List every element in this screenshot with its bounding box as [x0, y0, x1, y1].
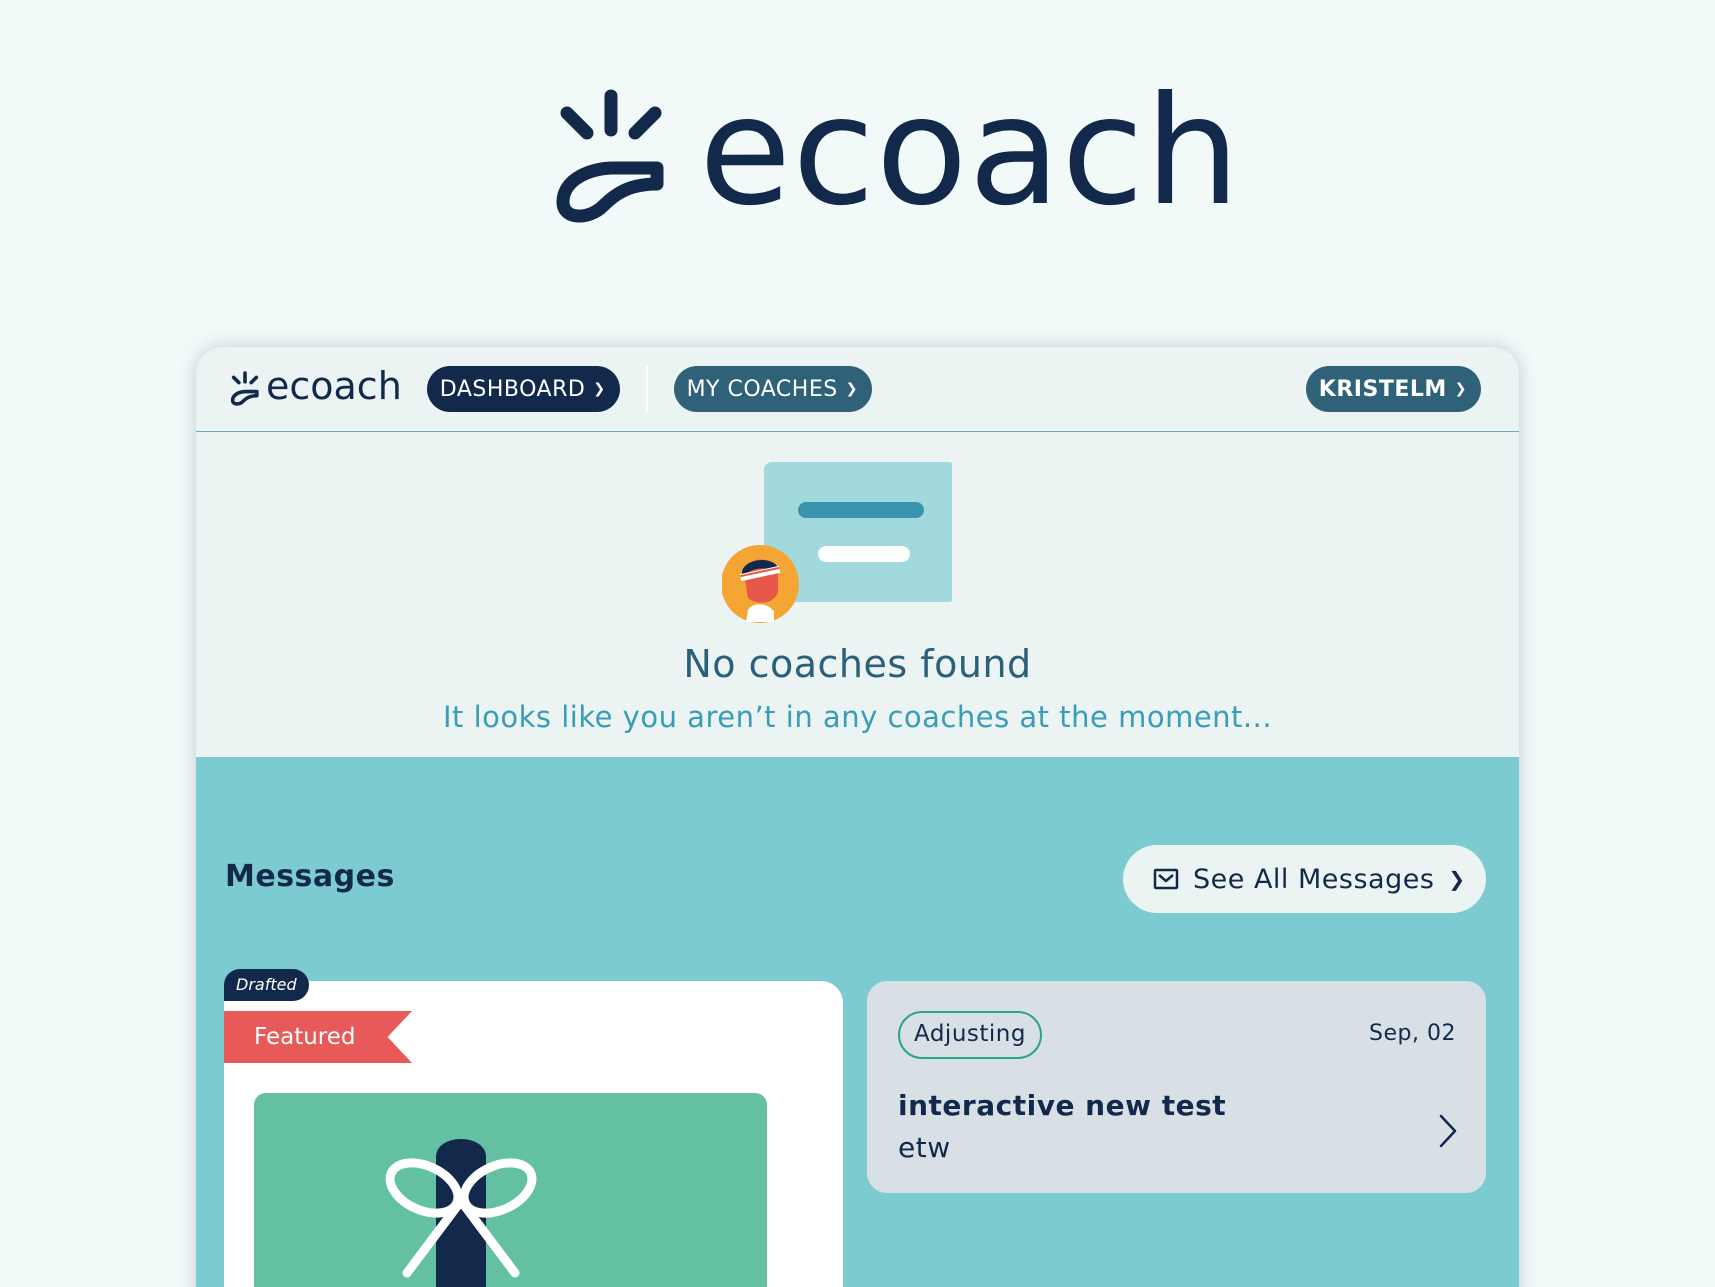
dashboard-label: DASHBOARD: [439, 376, 586, 402]
mail-icon: [1153, 868, 1179, 890]
nav-wordmark: ecoach: [266, 364, 402, 408]
message-preview: etw: [898, 1131, 951, 1164]
ecoach-logo-icon: [556, 89, 664, 223]
status-badge: Adjusting: [898, 1011, 1042, 1059]
hero-wordmark: ecoach: [699, 65, 1241, 239]
nav-divider: [645, 366, 648, 412]
user-menu-dropdown[interactable]: KRISTELM ❯: [1305, 366, 1481, 412]
message-date: Sep, 02: [1369, 1021, 1456, 1046]
see-all-messages-label: See All Messages: [1193, 863, 1435, 895]
my-coaches-label: MY COACHES: [686, 376, 838, 402]
see-all-messages-button[interactable]: See All Messages ❯: [1123, 845, 1486, 913]
message-card[interactable]: Adjusting Sep, 02 interactive new test e…: [867, 981, 1486, 1193]
ecoach-logo-icon: [230, 371, 259, 406]
featured-card-image: [254, 1093, 767, 1287]
featured-ribbon: Featured: [224, 1011, 412, 1063]
chevron-right-icon: ❯: [1448, 867, 1466, 891]
message-title: interactive new test: [898, 1089, 1227, 1122]
app-window: ecoach DASHBOARD ❯ MY COACHES ❯ KRISTELM…: [196, 347, 1519, 1287]
hero-logo: ecoach: [553, 77, 1241, 228]
dashboard-dropdown[interactable]: DASHBOARD ❯: [426, 366, 620, 412]
message-card-illustration: [722, 462, 952, 623]
empty-state-title: No coaches found: [683, 642, 1032, 686]
chevron-down-icon: ❯: [1454, 381, 1467, 397]
empty-state: No coaches found It looks like you aren’…: [196, 432, 1519, 757]
user-name: KRISTELM: [1318, 376, 1447, 402]
chevron-right-icon: [1439, 1114, 1457, 1148]
my-coaches-dropdown[interactable]: MY COACHES ❯: [673, 366, 872, 412]
coach-avatar-icon: [722, 545, 799, 623]
messages-heading: Messages: [225, 859, 395, 894]
navbar: ecoach DASHBOARD ❯ MY COACHES ❯ KRISTELM…: [196, 347, 1519, 432]
chevron-down-icon: ❯: [593, 381, 606, 397]
gift-bow-icon: [385, 1139, 537, 1287]
empty-state-subtitle: It looks like you aren’t in any coaches …: [442, 700, 1273, 734]
nav-logo[interactable]: ecoach: [230, 364, 402, 408]
drafted-badge: Drafted: [224, 969, 309, 1001]
chevron-down-icon: ❯: [845, 381, 858, 397]
